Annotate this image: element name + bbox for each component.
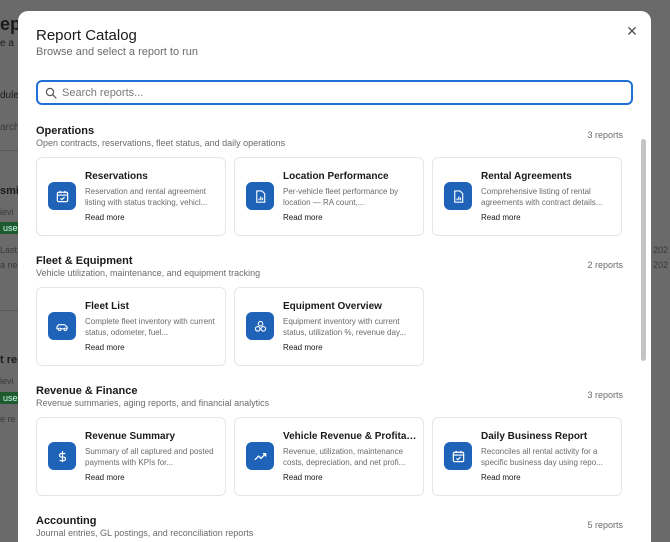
read-more-link[interactable]: Read more bbox=[283, 473, 323, 482]
file-chart-icon bbox=[444, 182, 472, 210]
bg-fragment: e re bbox=[0, 414, 16, 424]
read-more-link[interactable]: Read more bbox=[283, 213, 323, 222]
section-title: Operations bbox=[36, 125, 95, 137]
bg-fragment: 202 bbox=[653, 245, 669, 255]
search-icon bbox=[45, 87, 57, 99]
section-title: Fleet & Equipment bbox=[36, 255, 133, 267]
read-more-link[interactable]: Read more bbox=[481, 213, 521, 222]
modal-title: Report Catalog bbox=[36, 27, 137, 44]
report-card-rental-agreements[interactable]: Rental Agreements Comprehensive listing … bbox=[432, 157, 622, 236]
bg-divider bbox=[0, 310, 18, 311]
boxes-icon bbox=[246, 312, 274, 340]
card-description: Reservation and rental agreement listing… bbox=[85, 187, 208, 207]
close-icon: ✕ bbox=[626, 23, 638, 39]
bg-fragment: a ne bbox=[0, 260, 18, 270]
modal-subtitle: Browse and select a report to run bbox=[36, 46, 199, 58]
bg-fragment: ievi bbox=[0, 376, 14, 386]
section-count: 3 reports bbox=[587, 130, 623, 140]
bg-fragment: Last bbox=[0, 245, 18, 255]
card-title: Reservations bbox=[85, 171, 148, 182]
report-card-reservations[interactable]: Reservations Reservation and rental agre… bbox=[36, 157, 226, 236]
card-description: Per-vehicle fleet performance by locatio… bbox=[283, 187, 399, 207]
dollar-icon bbox=[48, 442, 76, 470]
read-more-link[interactable]: Read more bbox=[85, 343, 125, 352]
card-description: Comprehensive listing of rental agreemen… bbox=[481, 187, 603, 207]
search-input[interactable] bbox=[62, 84, 622, 102]
bg-fragment: e a bbox=[0, 38, 14, 49]
read-more-link[interactable]: Read more bbox=[283, 343, 323, 352]
section-count: 2 reports bbox=[587, 260, 623, 270]
calendar-check-icon bbox=[444, 442, 472, 470]
calendar-check-icon bbox=[48, 182, 76, 210]
card-description: Summary of all captured and posted payme… bbox=[85, 447, 214, 467]
bg-fragment: smi bbox=[0, 185, 19, 197]
report-catalog-modal: Report Catalog Browse and select a repor… bbox=[18, 11, 651, 542]
section-count: 5 reports bbox=[587, 520, 623, 530]
scrollbar[interactable] bbox=[641, 139, 646, 361]
card-title: Rental Agreements bbox=[481, 171, 572, 182]
card-description: Revenue, utilization, maintenance costs,… bbox=[283, 447, 406, 467]
section-count: 3 reports bbox=[587, 390, 623, 400]
file-chart-icon bbox=[246, 182, 274, 210]
card-description: Complete fleet inventory with current st… bbox=[85, 317, 215, 337]
card-title: Vehicle Revenue & Profitab... bbox=[283, 431, 418, 442]
report-card-daily-business-report[interactable]: Daily Business Report Reconciles all ren… bbox=[432, 417, 622, 496]
section-fleet-equipment: Fleet & Equipment Vehicle utilization, m… bbox=[36, 255, 623, 366]
section-description: Vehicle utilization, maintenance, and eq… bbox=[36, 268, 261, 278]
card-title: Revenue Summary bbox=[85, 431, 176, 442]
report-card-location-performance[interactable]: Location Performance Per-vehicle fleet p… bbox=[234, 157, 424, 236]
bg-fragment: dule bbox=[0, 90, 19, 101]
car-icon bbox=[48, 312, 76, 340]
report-card-vehicle-revenue[interactable]: Vehicle Revenue & Profitab... Revenue, u… bbox=[234, 417, 424, 496]
bg-fragment: 202 bbox=[653, 260, 669, 270]
bg-fragment: arch bbox=[0, 122, 20, 133]
section-title: Revenue & Finance bbox=[36, 385, 138, 397]
read-more-link[interactable]: Read more bbox=[481, 473, 521, 482]
bg-fragment: ievi bbox=[0, 207, 14, 217]
trending-up-icon bbox=[246, 442, 274, 470]
section-accounting: Accounting Journal entries, GL postings,… bbox=[36, 515, 623, 542]
card-title: Daily Business Report bbox=[481, 431, 588, 442]
card-description: Reconciles all rental activity for a spe… bbox=[481, 447, 603, 467]
report-card-equipment-overview[interactable]: Equipment Overview Equipment inventory w… bbox=[234, 287, 424, 366]
section-revenue-finance: Revenue & Finance Revenue summaries, agi… bbox=[36, 385, 623, 496]
card-title: Equipment Overview bbox=[283, 301, 382, 312]
bg-divider bbox=[0, 150, 18, 151]
card-title: Fleet List bbox=[85, 301, 129, 312]
section-description: Open contracts, reservations, fleet stat… bbox=[36, 138, 286, 148]
card-description: Equipment inventory with current status,… bbox=[283, 317, 407, 337]
section-title: Accounting bbox=[36, 515, 97, 527]
report-list[interactable]: Operations Open contracts, reservations,… bbox=[18, 119, 651, 542]
search-box[interactable] bbox=[36, 80, 633, 105]
section-operations: Operations Open contracts, reservations,… bbox=[36, 125, 623, 236]
card-title: Location Performance bbox=[283, 171, 389, 182]
section-description: Journal entries, GL postings, and reconc… bbox=[36, 528, 254, 538]
read-more-link[interactable]: Read more bbox=[85, 473, 125, 482]
read-more-link[interactable]: Read more bbox=[85, 213, 125, 222]
report-card-revenue-summary[interactable]: Revenue Summary Summary of all captured … bbox=[36, 417, 226, 496]
report-card-fleet-list[interactable]: Fleet List Complete fleet inventory with… bbox=[36, 287, 226, 366]
section-description: Revenue summaries, aging reports, and fi… bbox=[36, 398, 270, 408]
close-button[interactable]: ✕ bbox=[624, 23, 640, 39]
